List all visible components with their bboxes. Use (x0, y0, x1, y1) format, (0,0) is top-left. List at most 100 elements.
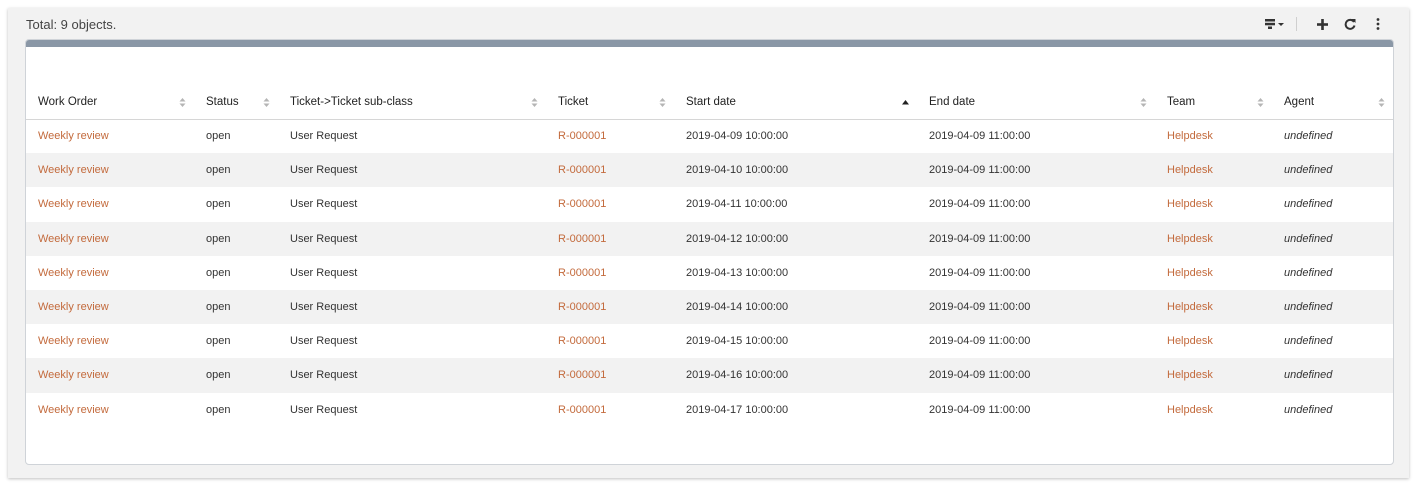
sort-icon (1378, 97, 1385, 108)
table-cell: 2019-04-15 10:00:00 (674, 324, 917, 358)
table-cell: R-000001 (546, 289, 674, 325)
column-header[interactable]: Work Order (26, 85, 194, 120)
work-order-link[interactable]: Weekly review (38, 164, 109, 176)
table-cell: 2019-04-09 11:00:00 (917, 358, 1155, 393)
work-order-link[interactable]: Weekly review (38, 404, 109, 416)
table-cell: open (194, 119, 278, 153)
ticket-link[interactable]: R-000001 (558, 130, 606, 142)
table-cell: Helpdesk (1155, 393, 1272, 427)
table-cell: undefined (1272, 358, 1393, 393)
work-order-link[interactable]: Weekly review (38, 130, 109, 142)
table-cell: 2019-04-10 10:00:00 (674, 153, 917, 188)
agent-cell: undefined (1284, 335, 1333, 348)
end-date-cell: 2019-04-09 11:00:00 (929, 198, 1031, 211)
ticket-link[interactable]: R-000001 (558, 404, 606, 416)
column-header[interactable]: Ticket (546, 85, 674, 120)
table-cell: undefined (1272, 256, 1393, 290)
add-button[interactable] (1311, 14, 1333, 34)
table-cell: User Request (278, 324, 546, 358)
team-link[interactable]: Helpdesk (1167, 233, 1213, 245)
table-cell: User Request (278, 393, 546, 427)
table-cell: open (194, 393, 278, 427)
table-cell: 2019-04-09 11:00:00 (917, 221, 1155, 256)
table-cell: Helpdesk (1155, 324, 1272, 358)
start-date-cell: 2019-04-09 10:00:00 (686, 130, 789, 143)
team-link[interactable]: Helpdesk (1167, 267, 1213, 279)
column-header-label: Agent (1284, 95, 1315, 108)
column-header[interactable]: Team (1155, 85, 1272, 120)
column-header-label: Start date (686, 95, 736, 108)
work-order-link[interactable]: Weekly review (38, 301, 109, 313)
table-row: Weekly review open User Request R-000001 201… (26, 358, 1393, 393)
start-date-cell: 2019-04-13 10:00:00 (686, 266, 789, 279)
sort-ascending-icon (902, 97, 909, 108)
column-header[interactable]: Ticket->Ticket sub-class (278, 85, 546, 120)
column-header[interactable]: Start date (674, 85, 917, 120)
table-cell: R-000001 (546, 393, 674, 427)
column-header[interactable]: Agent (1272, 85, 1393, 120)
table-cell: undefined (1272, 187, 1393, 221)
table-cell: undefined (1272, 289, 1393, 325)
team-link[interactable]: Helpdesk (1167, 301, 1213, 313)
table-cell: open (194, 221, 278, 256)
ticket-link[interactable]: R-000001 (558, 233, 606, 245)
work-order-link[interactable]: Weekly review (38, 267, 109, 279)
ticket-link[interactable]: R-000001 (558, 198, 606, 210)
table-cell: Weekly review (26, 358, 194, 393)
column-header[interactable]: Status (194, 85, 278, 120)
table-row: Weekly review open User Request R-000001 201… (26, 119, 1393, 153)
table-cell: R-000001 (546, 256, 674, 290)
status-cell: open (206, 198, 231, 211)
sort-icon (1257, 97, 1264, 108)
list-filter-menu-button[interactable] (1264, 14, 1286, 34)
team-link[interactable]: Helpdesk (1167, 335, 1213, 347)
table-cell: Helpdesk (1155, 187, 1272, 221)
table-cell: User Request (278, 256, 546, 290)
table-cell: User Request (278, 153, 546, 188)
ticket-link[interactable]: R-000001 (558, 335, 606, 347)
ticket-link[interactable]: R-000001 (558, 301, 606, 313)
table-row: Weekly review open User Request R-000001 201… (26, 393, 1393, 427)
status-cell: open (206, 369, 231, 382)
table-cell: Weekly review (26, 153, 194, 188)
sort-icon (263, 97, 270, 108)
work-order-link[interactable]: Weekly review (38, 233, 109, 245)
status-cell: open (206, 266, 231, 279)
table-cell: R-000001 (546, 324, 674, 358)
column-header[interactable]: End date (917, 85, 1155, 120)
team-link[interactable]: Helpdesk (1167, 198, 1213, 210)
table-cell: open (194, 256, 278, 290)
table-body: Weekly review open User Request R-000001 201… (26, 119, 1393, 427)
more-actions-button[interactable] (1367, 14, 1389, 34)
column-header-label: End date (929, 95, 976, 108)
table-cell: 2019-04-12 10:00:00 (674, 221, 917, 256)
table-cell: 2019-04-09 11:00:00 (917, 324, 1155, 358)
table-cell: Weekly review (26, 119, 194, 153)
team-link[interactable]: Helpdesk (1167, 164, 1213, 176)
ticket-link[interactable]: R-000001 (558, 267, 606, 279)
refresh-button[interactable] (1339, 14, 1361, 34)
work-order-link[interactable]: Weekly review (38, 335, 109, 347)
end-date-cell: 2019-04-09 11:00:00 (929, 301, 1031, 314)
start-date-cell: 2019-04-11 10:00:00 (686, 198, 788, 211)
team-link[interactable]: Helpdesk (1167, 404, 1213, 416)
ticket-subclass-cell: User Request (290, 403, 358, 416)
table-cell: 2019-04-09 11:00:00 (917, 289, 1155, 325)
table-row: Weekly review open User Request R-000001 201… (26, 153, 1393, 188)
agent-cell: undefined (1284, 369, 1333, 382)
column-header-label: Team (1167, 95, 1196, 108)
refresh-icon (1344, 18, 1356, 30)
table-row: Weekly review open User Request R-000001 201… (26, 187, 1393, 221)
ticket-subclass-cell: User Request (290, 266, 358, 279)
table-header-row: Work Order Status Ticket->Ticket sub-class… (26, 85, 1393, 120)
table-cell: 2019-04-09 11:00:00 (917, 256, 1155, 290)
ticket-link[interactable]: R-000001 (558, 369, 606, 381)
ticket-link[interactable]: R-000001 (558, 164, 606, 176)
team-link[interactable]: Helpdesk (1167, 369, 1213, 381)
team-link[interactable]: Helpdesk (1167, 130, 1213, 142)
table-cell: 2019-04-09 11:00:00 (917, 119, 1155, 153)
table-row: Weekly review open User Request R-000001 201… (26, 221, 1393, 256)
work-order-link[interactable]: Weekly review (38, 369, 109, 381)
work-order-link[interactable]: Weekly review (38, 198, 109, 210)
table-cell: open (194, 187, 278, 221)
